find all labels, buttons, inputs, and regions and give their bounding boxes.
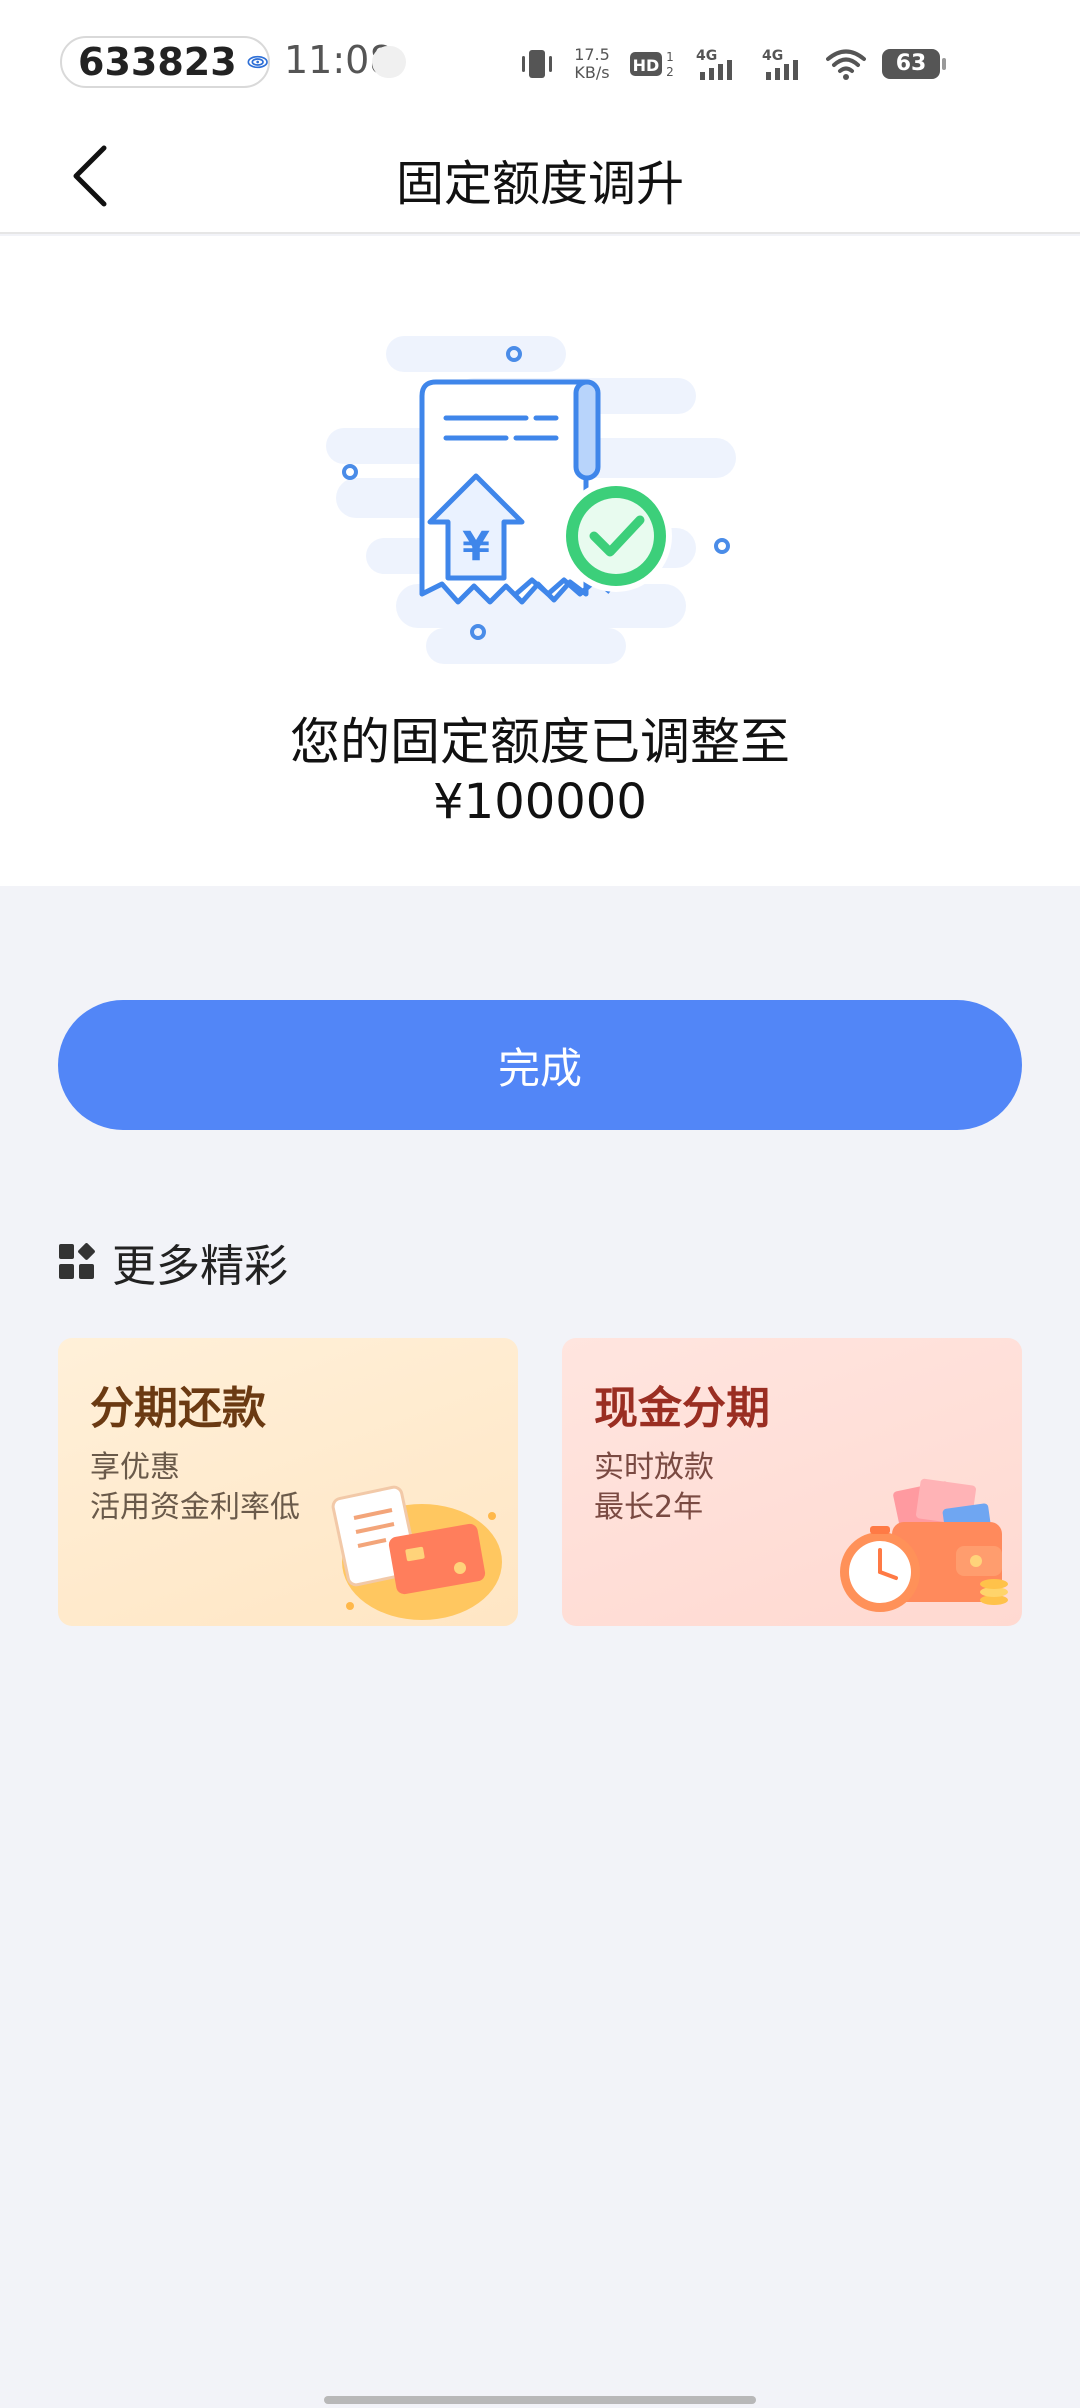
- vibrate-icon: [522, 50, 552, 78]
- result-amount: ¥100000: [433, 774, 647, 830]
- more-section-header: 更多精彩: [58, 1232, 288, 1292]
- card-title: 现金分期: [594, 1383, 770, 1434]
- status-pill[interactable]: 633823: [60, 36, 270, 88]
- card-subtitle-1: 实时放款: [594, 1450, 714, 1485]
- hd-icon: HD 1 2: [630, 50, 674, 79]
- network-speed-value: 17.5: [574, 45, 610, 64]
- done-button[interactable]: 完成: [58, 1000, 1022, 1130]
- page-title: 固定额度调升: [395, 156, 684, 212]
- signal-4g-icon: 4G: [696, 48, 732, 80]
- svg-text:1: 1: [666, 50, 674, 64]
- wallet-clock-illustration: [840, 1478, 1008, 1612]
- card-subtitle-1: 享优惠: [90, 1450, 180, 1485]
- home-indicator[interactable]: [324, 2396, 756, 2404]
- signal-4g-icon-2: 4G: [762, 48, 798, 80]
- swirl-icon: [247, 55, 268, 69]
- cash-installment-card[interactable]: 现金分期 实时放款 最长2年: [562, 1338, 1022, 1626]
- limit-raised-illustration: ¥: [326, 336, 736, 664]
- svg-text:4G: 4G: [696, 48, 717, 64]
- wifi-icon: [826, 49, 866, 80]
- credit-card-bill-illustration: [331, 1485, 502, 1620]
- svg-text:2: 2: [666, 65, 674, 79]
- status-bar: 633823 11:08 17.5 KB/s HD 1 2 4G 4G 63: [0, 0, 1080, 122]
- navigation-bar: 固定额度调升: [0, 122, 1080, 234]
- network-speed: 17.5 KB/s: [572, 46, 612, 82]
- page: 633823 11:08 17.5 KB/s HD 1 2 4G 4G 63 固…: [0, 0, 1080, 2408]
- status-pill-text: 633823: [78, 40, 237, 84]
- network-speed-unit: KB/s: [574, 63, 610, 82]
- apps-grid-icon: [59, 1243, 95, 1279]
- result-panel: ¥ 您的固定额度已调整至 ¥100000: [0, 236, 1080, 886]
- card-subtitle-2: 最长2年: [594, 1490, 704, 1525]
- status-icons: 17.5 KB/s HD 1 2 4G 4G 63: [518, 40, 946, 88]
- svg-text:4G: 4G: [762, 48, 783, 64]
- svg-text:¥: ¥: [462, 524, 490, 570]
- status-indicator-dot: [372, 46, 406, 78]
- card-subtitle-2: 活用资金利率低: [90, 1490, 300, 1525]
- more-section-title: 更多精彩: [112, 1241, 288, 1292]
- battery-icon: 63: [882, 49, 946, 79]
- svg-text:HD: HD: [633, 56, 660, 75]
- card-title: 分期还款: [90, 1383, 266, 1434]
- installment-repayment-card[interactable]: 分期还款 享优惠 活用资金利率低: [58, 1338, 518, 1626]
- result-message: 您的固定额度已调整至: [290, 713, 790, 771]
